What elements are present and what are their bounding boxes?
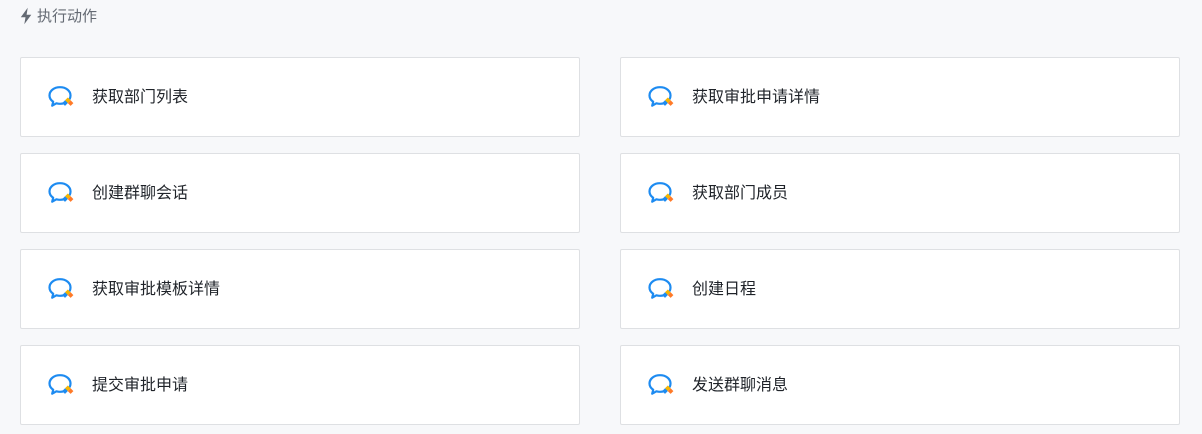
action-card-create-schedule[interactable]: 创建日程 [620, 249, 1180, 329]
action-label: 创建群聊会话 [92, 183, 189, 202]
action-card-send-group-message[interactable]: 发送群聊消息 [620, 345, 1180, 425]
wecom-chat-icon [647, 84, 677, 110]
wecom-chat-icon [47, 372, 77, 398]
action-card-submit-approval[interactable]: 提交审批申请 [20, 345, 580, 425]
action-label: 获取部门列表 [92, 87, 189, 106]
wecom-chat-icon [647, 180, 677, 206]
action-card-create-group-chat[interactable]: 创建群聊会话 [20, 153, 580, 233]
action-label: 获取部门成员 [692, 183, 789, 202]
action-card-get-department-members[interactable]: 获取部门成员 [620, 153, 1180, 233]
section-title: 执行动作 [37, 7, 98, 25]
action-card-get-approval-detail[interactable]: 获取审批申请详情 [620, 57, 1180, 137]
wecom-chat-icon [47, 180, 77, 206]
wecom-chat-icon [47, 84, 77, 110]
action-label: 发送群聊消息 [692, 375, 789, 394]
wecom-chat-icon [647, 372, 677, 398]
action-label: 获取审批申请详情 [692, 87, 821, 106]
action-label: 提交审批申请 [92, 375, 189, 394]
wecom-chat-icon [647, 276, 677, 302]
section-header: 执行动作 [19, 5, 97, 27]
action-label: 获取审批模板详情 [92, 279, 221, 298]
wecom-chat-icon [47, 276, 77, 302]
lightning-icon [19, 7, 33, 25]
page: 执行动作 获取部门列表 获取审批申请详情 创建群聊会话 获取部门成员 获取审批模… [0, 0, 1202, 434]
action-card-get-approval-template-detail[interactable]: 获取审批模板详情 [20, 249, 580, 329]
action-card-get-department-list[interactable]: 获取部门列表 [20, 57, 580, 137]
action-grid: 获取部门列表 获取审批申请详情 创建群聊会话 获取部门成员 获取审批模板详情 创… [20, 57, 1180, 425]
action-label: 创建日程 [692, 279, 757, 298]
